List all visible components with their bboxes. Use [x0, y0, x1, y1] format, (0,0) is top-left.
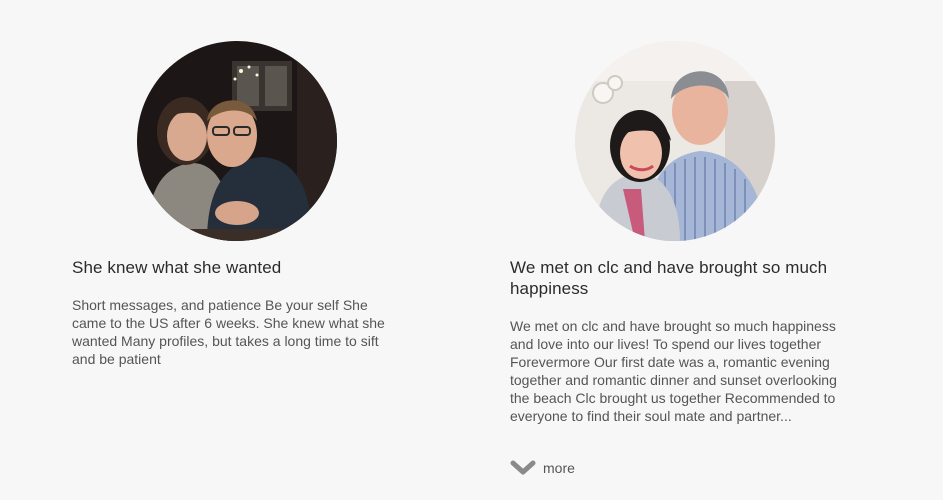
testimonial-title: She knew what she wanted — [72, 258, 282, 277]
more-toggle[interactable]: more — [510, 458, 575, 478]
couple-photo-image — [575, 41, 775, 241]
couple-photo-avatar — [137, 41, 337, 241]
more-label[interactable]: more — [543, 460, 575, 476]
testimonial-body: We met on clc and have brought so much h… — [510, 318, 837, 424]
couple-photo-image — [137, 41, 337, 241]
testimonial-body: Short messages, and patience Be your sel… — [72, 297, 385, 367]
couple-photo-avatar — [575, 41, 775, 241]
testimonial-title: We met on clc and have brought so much h… — [510, 258, 828, 298]
chevron-down-icon[interactable] — [510, 458, 536, 478]
